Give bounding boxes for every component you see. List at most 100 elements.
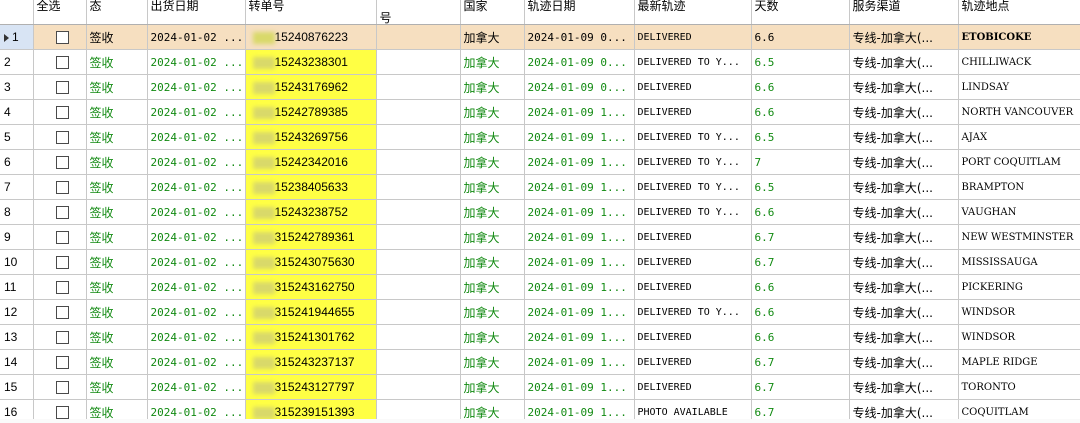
status-cell[interactable]: 签收 bbox=[86, 99, 148, 125]
track-date-cell[interactable]: 2024-01-09 1... bbox=[524, 99, 635, 125]
status-cell[interactable]: 签收 bbox=[86, 349, 148, 375]
service-channel-cell[interactable]: 专线-加拿大(... bbox=[849, 274, 959, 300]
row-select-cell[interactable] bbox=[33, 374, 87, 400]
latest-track-cell[interactable]: DELIVERED TO Y... bbox=[634, 49, 752, 75]
ref-number-cell[interactable] bbox=[376, 49, 461, 75]
ref-number-cell[interactable] bbox=[376, 99, 461, 125]
header-track-location[interactable]: 轨迹地点 bbox=[958, 0, 1080, 25]
row-select-cell[interactable] bbox=[33, 274, 87, 300]
service-channel-cell[interactable]: 专线-加拿大(... bbox=[849, 374, 959, 400]
row-select-cell[interactable] bbox=[33, 199, 87, 225]
header-ref-number[interactable]: 号 bbox=[376, 0, 461, 25]
country-cell[interactable]: 加拿大 bbox=[460, 24, 525, 50]
service-channel-cell[interactable]: 专线-加拿大(... bbox=[849, 49, 959, 75]
row-number[interactable]: 3 bbox=[0, 74, 34, 100]
checkbox-icon[interactable] bbox=[55, 231, 69, 244]
table-row[interactable]: 7 签收 2024-01-02 ... 15238405633 加拿大 2024-01-0… bbox=[0, 174, 1080, 200]
header-days[interactable]: 天数 bbox=[751, 0, 850, 25]
track-location-cell[interactable]: CHILLIWACK bbox=[958, 49, 1080, 75]
ship-date-cell[interactable]: 2024-01-02 ... bbox=[147, 24, 246, 50]
status-cell[interactable]: 签收 bbox=[86, 299, 148, 325]
ref-number-cell[interactable] bbox=[376, 324, 461, 350]
table-row[interactable]: 3 签收 2024-01-02 ... 15243176962 加拿大 2024-01-0… bbox=[0, 74, 1080, 100]
row-number[interactable]: 13 bbox=[0, 324, 34, 350]
latest-track-cell[interactable]: DELIVERED TO Y... bbox=[634, 199, 752, 225]
row-select-cell[interactable] bbox=[33, 299, 87, 325]
ship-date-cell[interactable]: 2024-01-02 ... bbox=[147, 74, 246, 100]
days-cell[interactable]: 6.6 bbox=[751, 99, 850, 125]
row-number[interactable]: 7 bbox=[0, 174, 34, 200]
latest-track-cell[interactable]: DELIVERED TO Y... bbox=[634, 174, 752, 200]
track-date-cell[interactable]: 2024-01-09 1... bbox=[524, 324, 635, 350]
ref-number-cell[interactable] bbox=[376, 149, 461, 175]
ref-number-cell[interactable] bbox=[376, 24, 461, 50]
country-cell[interactable]: 加拿大 bbox=[460, 99, 525, 125]
status-cell[interactable]: 签收 bbox=[86, 324, 148, 350]
header-country[interactable]: 国家 bbox=[460, 0, 525, 25]
latest-track-cell[interactable]: DELIVERED bbox=[634, 24, 752, 50]
track-location-cell[interactable]: MISSISSAUGA bbox=[958, 249, 1080, 275]
track-location-cell[interactable]: AJAX bbox=[958, 124, 1080, 150]
track-location-cell[interactable]: BRAMPTON bbox=[958, 174, 1080, 200]
service-channel-cell[interactable]: 专线-加拿大(... bbox=[849, 99, 959, 125]
transfer-number-cell[interactable]: 15243176962 bbox=[245, 74, 377, 100]
transfer-number-cell[interactable]: 315242789361 bbox=[245, 224, 377, 250]
table-row[interactable]: 14 签收 2024-01-02 ... 315243237137 加拿大 2024-01… bbox=[0, 349, 1080, 375]
ref-number-cell[interactable] bbox=[376, 74, 461, 100]
row-select-cell[interactable] bbox=[33, 324, 87, 350]
checkbox-icon[interactable] bbox=[55, 31, 69, 44]
checkbox-icon[interactable] bbox=[55, 181, 69, 194]
transfer-number-cell[interactable]: 315241944655 bbox=[245, 299, 377, 325]
ref-number-cell[interactable] bbox=[376, 299, 461, 325]
checkbox-icon[interactable] bbox=[55, 406, 69, 419]
status-cell[interactable]: 签收 bbox=[86, 124, 148, 150]
country-cell[interactable]: 加拿大 bbox=[460, 149, 525, 175]
service-channel-cell[interactable]: 专线-加拿大(... bbox=[849, 299, 959, 325]
service-channel-cell[interactable]: 专线-加拿大(... bbox=[849, 174, 959, 200]
row-select-cell[interactable] bbox=[33, 99, 87, 125]
latest-track-cell[interactable]: DELIVERED bbox=[634, 274, 752, 300]
table-row[interactable]: 9 签收 2024-01-02 ... 315242789361 加拿大 2024-01-… bbox=[0, 224, 1080, 250]
checkbox-icon[interactable] bbox=[55, 256, 69, 269]
track-date-cell[interactable]: 2024-01-09 1... bbox=[524, 174, 635, 200]
days-cell[interactable]: 6.7 bbox=[751, 249, 850, 275]
table-row[interactable]: 5 签收 2024-01-02 ... 15243269756 加拿大 2024-01-0… bbox=[0, 124, 1080, 150]
table-row[interactable]: 1 签收 2024-01-02 ... 15240876223 加拿大 2024-01-0… bbox=[0, 24, 1080, 50]
transfer-number-cell[interactable]: 315243075630 bbox=[245, 249, 377, 275]
transfer-number-cell[interactable]: 15238405633 bbox=[245, 174, 377, 200]
row-select-cell[interactable] bbox=[33, 249, 87, 275]
row-number[interactable]: 10 bbox=[0, 249, 34, 275]
track-location-cell[interactable]: NEW WESTMINSTER bbox=[958, 224, 1080, 250]
table-row[interactable]: 10 签收 2024-01-02 ... 315243075630 加拿大 2024-01… bbox=[0, 249, 1080, 275]
track-date-cell[interactable]: 2024-01-09 0... bbox=[524, 74, 635, 100]
ship-date-cell[interactable]: 2024-01-02 ... bbox=[147, 224, 246, 250]
transfer-number-cell[interactable]: 315243162750 bbox=[245, 274, 377, 300]
row-number[interactable]: 11 bbox=[0, 274, 34, 300]
latest-track-cell[interactable]: DELIVERED bbox=[634, 324, 752, 350]
row-select-cell[interactable] bbox=[33, 74, 87, 100]
service-channel-cell[interactable]: 专线-加拿大(... bbox=[849, 324, 959, 350]
track-date-cell[interactable]: 2024-01-09 1... bbox=[524, 374, 635, 400]
country-cell[interactable]: 加拿大 bbox=[460, 374, 525, 400]
checkbox-icon[interactable] bbox=[55, 306, 69, 319]
status-cell[interactable]: 签收 bbox=[86, 274, 148, 300]
days-cell[interactable]: 6.6 bbox=[751, 324, 850, 350]
row-select-cell[interactable] bbox=[33, 224, 87, 250]
row-number[interactable]: 6 bbox=[0, 149, 34, 175]
country-cell[interactable]: 加拿大 bbox=[460, 49, 525, 75]
service-channel-cell[interactable]: 专线-加拿大(... bbox=[849, 199, 959, 225]
track-location-cell[interactable]: MAPLE RIDGE bbox=[958, 349, 1080, 375]
track-location-cell[interactable]: WINDSOR bbox=[958, 299, 1080, 325]
header-select-all[interactable]: 全选 bbox=[33, 0, 87, 25]
ref-number-cell[interactable] bbox=[376, 199, 461, 225]
days-cell[interactable]: 6.7 bbox=[751, 374, 850, 400]
checkbox-icon[interactable] bbox=[55, 106, 69, 119]
ship-date-cell[interactable]: 2024-01-02 ... bbox=[147, 199, 246, 225]
latest-track-cell[interactable]: DELIVERED bbox=[634, 374, 752, 400]
days-cell[interactable]: 6.6 bbox=[751, 74, 850, 100]
transfer-number-cell[interactable]: 15243269756 bbox=[245, 124, 377, 150]
country-cell[interactable]: 加拿大 bbox=[460, 324, 525, 350]
country-cell[interactable]: 加拿大 bbox=[460, 174, 525, 200]
row-select-cell[interactable] bbox=[33, 349, 87, 375]
transfer-number-cell[interactable]: 315241301762 bbox=[245, 324, 377, 350]
